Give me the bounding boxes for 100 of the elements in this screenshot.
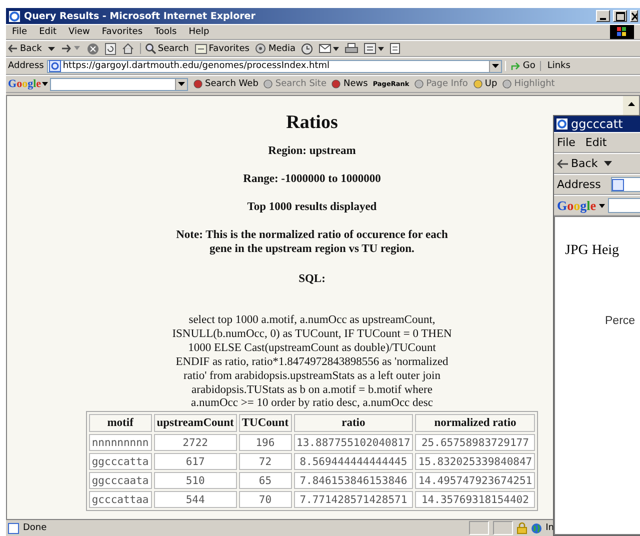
- table-cell: 13.887755102040817: [294, 434, 414, 452]
- info-text: Region: upstream: [268, 144, 356, 158]
- table-cell: 14.35769318154402: [415, 491, 536, 508]
- table-cell: 510: [154, 472, 237, 490]
- toolbar-icon: [472, 79, 483, 89]
- table-cell: 8.569444444444445: [294, 453, 414, 470]
- page-icon[interactable]: [390, 43, 400, 54]
- toolbar-button[interactable]: Search Web: [193, 79, 258, 89]
- disc-icon: [255, 43, 266, 54]
- menu-item[interactable]: Edit: [33, 27, 62, 37]
- minimize-icon: [600, 18, 606, 20]
- menu-item[interactable]: Edit: [585, 136, 614, 149]
- menu-item[interactable]: Tools: [148, 27, 183, 37]
- toolbar-icon: [331, 79, 342, 89]
- caret-icon: [178, 82, 186, 86]
- status-panel: [468, 521, 489, 535]
- toolbar-icon: [193, 79, 204, 89]
- go-button[interactable]: Go: [504, 61, 542, 71]
- column-header: normalized ratio: [415, 414, 536, 432]
- table-cell: 14.495747923674251: [415, 472, 536, 490]
- toolbar-icon: [263, 79, 274, 89]
- browser-icon: [8, 10, 21, 22]
- toolbar-icon: [414, 79, 424, 89]
- page-heading: JPG Heig: [565, 243, 620, 259]
- address-field[interactable]: [610, 177, 640, 192]
- info-text: Note: This is the normalized ratio of occurence for each gene in the upstream region vs TU region.: [175, 228, 449, 256]
- address-label: Address: [557, 178, 602, 191]
- table-cell: 72: [238, 453, 292, 470]
- back-button[interactable]: Back: [8, 44, 42, 54]
- dropdown-button[interactable]: [488, 60, 501, 72]
- globe-icon: [530, 522, 542, 534]
- menu-item[interactable]: File: [6, 27, 34, 37]
- search-button[interactable]: Search: [140, 43, 189, 54]
- search-icon: [144, 43, 156, 54]
- links-button[interactable]: Links: [544, 61, 570, 71]
- menu-item[interactable]: Help: [182, 27, 216, 37]
- arrow-icon: [8, 44, 18, 53]
- page-icon: [8, 522, 19, 534]
- window-title: Query Results - Microsoft Internet Explorer: [24, 10, 256, 22]
- favorites-button[interactable]: Favorites: [194, 44, 250, 54]
- menu-item[interactable]: View: [62, 27, 96, 37]
- forward-arrow-icon[interactable]: [60, 44, 81, 53]
- arrow-icon: [557, 158, 569, 168]
- toolbar-icon: [502, 79, 512, 89]
- address-field[interactable]: https://gargoyl.dartmouth.edu/genomes/processIndex.html: [46, 60, 502, 72]
- zone-text: In: [546, 523, 554, 533]
- search-field[interactable]: [608, 198, 640, 213]
- status-text: Done: [23, 523, 47, 533]
- table-cell: 25.65758983729177: [415, 434, 536, 452]
- table-cell: 65: [238, 472, 292, 490]
- caret-icon: [492, 64, 499, 68]
- toolbar-button[interactable]: Up: [472, 79, 498, 89]
- envelope-icon[interactable]: [319, 43, 340, 54]
- minimize-button[interactable]: [596, 10, 610, 22]
- scroll-up-arrow[interactable]: [628, 102, 634, 106]
- refresh-icon[interactable]: [104, 42, 116, 54]
- back-button[interactable]: Back: [557, 157, 601, 170]
- status-panel: [492, 521, 513, 535]
- table-cell: nnnnnnnnn: [88, 434, 152, 452]
- page-title: Ratios: [286, 112, 338, 134]
- column-header: upstreamCount: [154, 414, 237, 432]
- padlock-icon: [516, 522, 527, 534]
- menu-item[interactable]: Favorites: [96, 27, 149, 37]
- table-cell: 70: [238, 491, 292, 508]
- google-logo[interactable]: Google: [8, 78, 42, 90]
- page-icon: [48, 60, 61, 72]
- house-icon[interactable]: [122, 43, 134, 54]
- table-cell: gcccattaa: [88, 491, 152, 508]
- browser-window[interactable]: ggcccatt File Edit Back Address Google JPG Heig Perce: [553, 115, 640, 536]
- caret-icon[interactable]: [604, 161, 612, 166]
- caret-icon[interactable]: [599, 204, 606, 208]
- maximize-button[interactable]: [613, 10, 627, 22]
- table-cell: 2722: [154, 434, 237, 452]
- document-icon[interactable]: [364, 43, 384, 54]
- media-button[interactable]: Media: [255, 43, 296, 54]
- table-cell: 617: [154, 453, 237, 470]
- table-cell: 7.771428571428571: [294, 491, 414, 508]
- table-cell: ggcccatta: [88, 453, 152, 470]
- page-text: Perce: [605, 315, 636, 327]
- close-button[interactable]: [630, 10, 638, 22]
- dropdown-button[interactable]: [175, 78, 188, 90]
- column-header: motif: [88, 414, 152, 432]
- stop-icon[interactable]: [86, 42, 99, 54]
- windows-logo-icon: [610, 25, 634, 39]
- caret-icon[interactable]: [42, 82, 48, 86]
- window-title: ggcccatt: [571, 117, 623, 131]
- caret-icon[interactable]: [48, 46, 55, 50]
- browser-icon: [556, 118, 568, 130]
- maximize-icon: [616, 12, 624, 20]
- clock-icon[interactable]: [301, 42, 314, 54]
- arrow-icon: [510, 62, 521, 70]
- column-header: TUCount: [238, 414, 292, 432]
- url-text: https://gargoyl.dartmouth.edu/genomes/processIndex.html: [62, 61, 330, 71]
- toolbar-button[interactable]: News: [331, 79, 368, 89]
- search-field[interactable]: [50, 78, 188, 90]
- column-header: ratio: [294, 414, 414, 432]
- sql-label: SQL:: [298, 272, 326, 286]
- google-logo[interactable]: Google: [557, 198, 596, 214]
- menu-item[interactable]: File: [557, 136, 582, 149]
- printer-icon[interactable]: [345, 43, 358, 54]
